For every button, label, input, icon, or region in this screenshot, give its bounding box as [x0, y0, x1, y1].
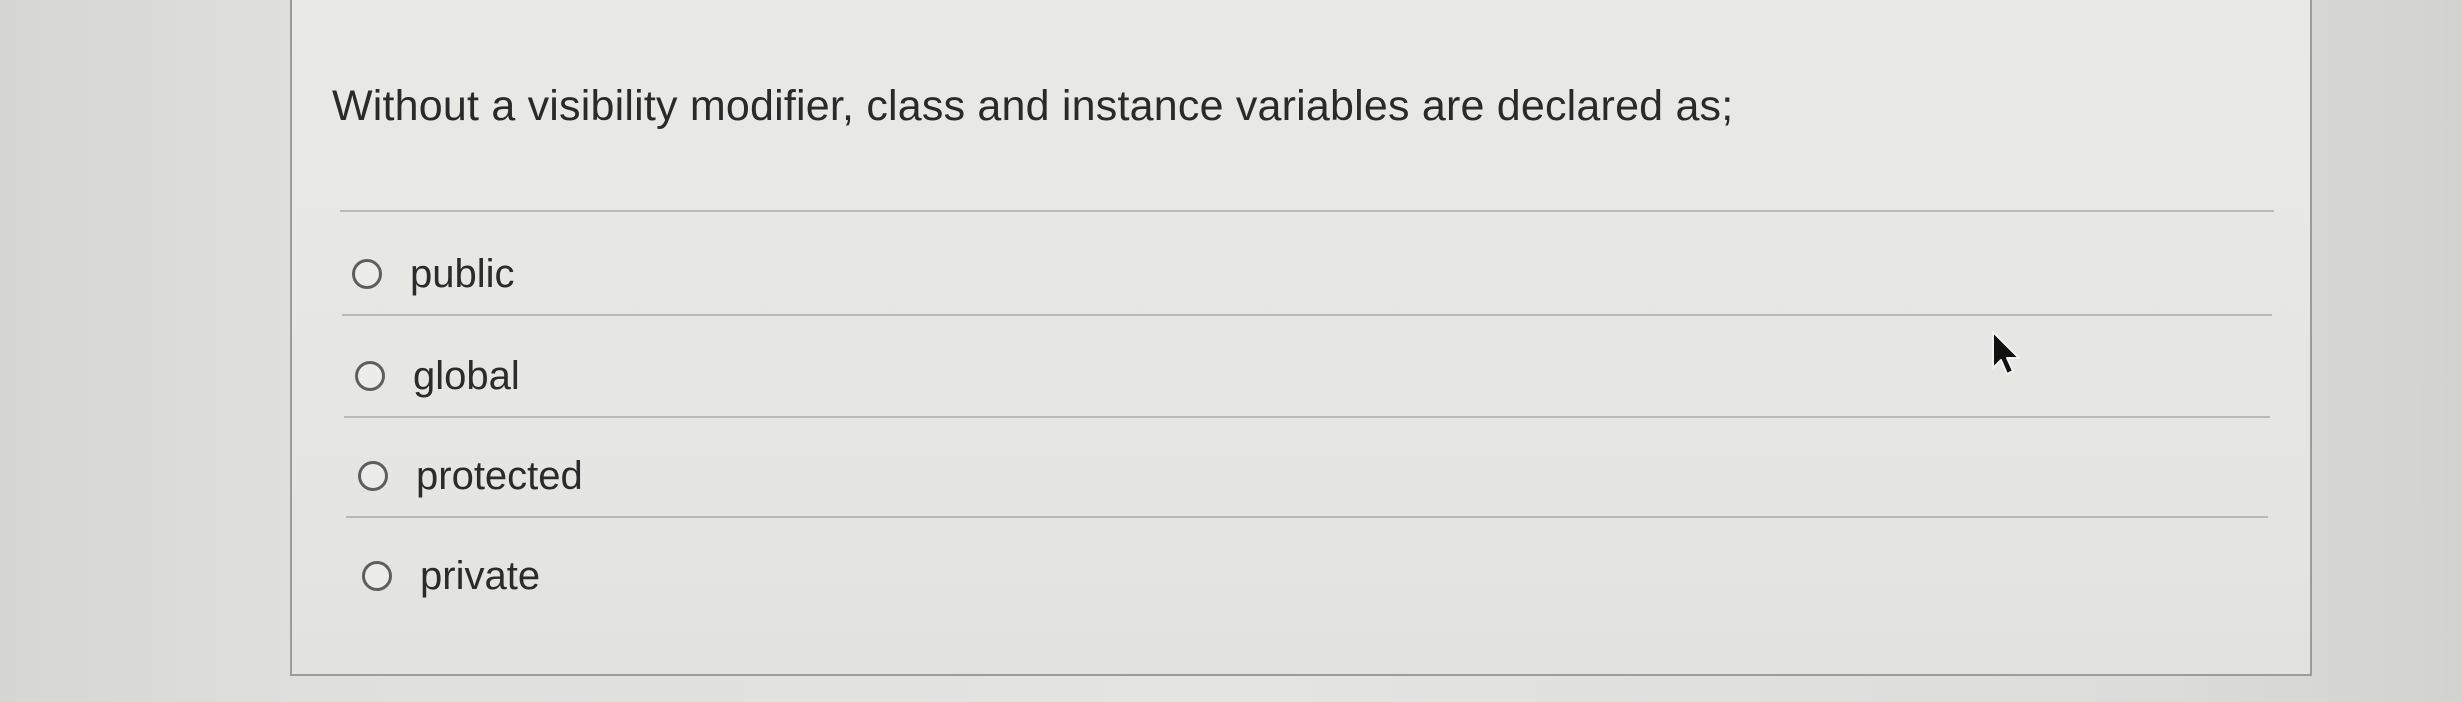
option-label: protected — [416, 453, 583, 498]
divider — [340, 210, 2274, 212]
radio-button[interactable] — [355, 361, 385, 391]
divider — [344, 416, 2270, 418]
radio-button[interactable] — [352, 259, 382, 289]
question-text: Without a visibility modifier, class and… — [332, 82, 1734, 130]
radio-button[interactable] — [362, 561, 392, 591]
divider — [346, 516, 2268, 518]
option-global[interactable]: global — [355, 346, 520, 406]
radio-button[interactable] — [358, 461, 388, 491]
option-protected[interactable]: protected — [358, 446, 583, 506]
option-private[interactable]: private — [362, 546, 540, 606]
divider — [342, 314, 2272, 316]
option-label: public — [410, 251, 515, 296]
option-label: global — [413, 353, 520, 398]
option-public[interactable]: public — [352, 244, 515, 304]
option-label: private — [420, 553, 541, 598]
mouse-pointer-icon — [1992, 331, 2020, 375]
